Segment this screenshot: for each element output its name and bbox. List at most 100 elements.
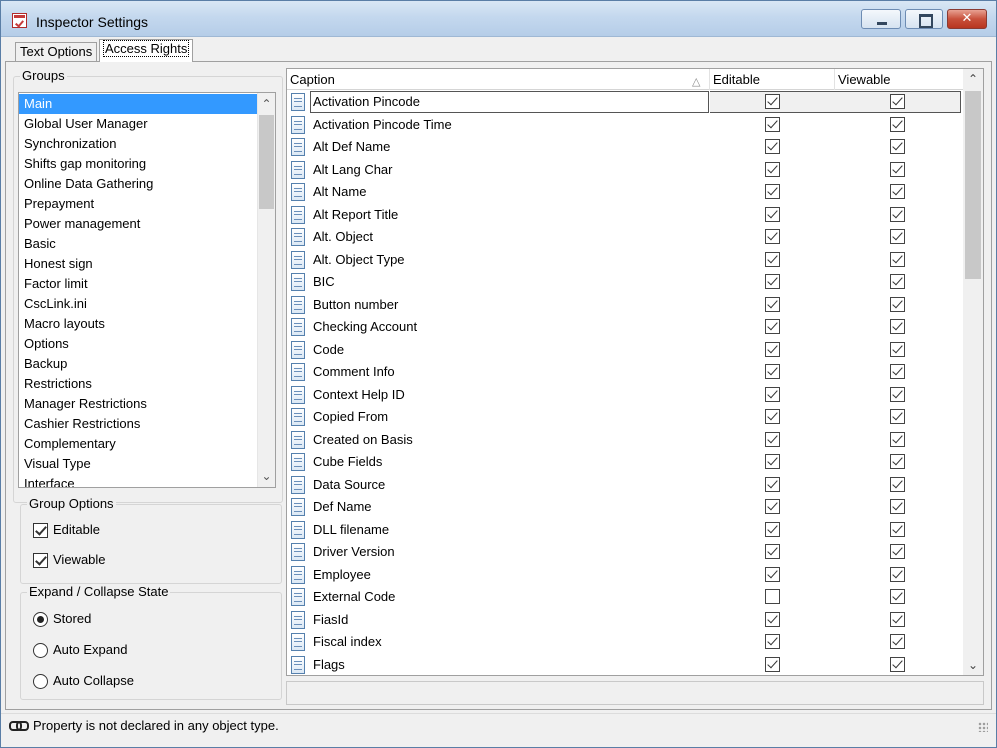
groups-scrollbar[interactable]: ⌃ ⌄ — [257, 93, 275, 487]
table-row[interactable]: Alt Report Title — [287, 204, 963, 227]
group-list-item[interactable]: Honest sign — [19, 254, 257, 274]
group-list-item[interactable]: Synchronization — [19, 134, 257, 154]
table-row[interactable]: DLL filename — [287, 519, 963, 542]
editable-checkbox[interactable] — [765, 139, 780, 154]
group-list-item[interactable]: Prepayment — [19, 194, 257, 214]
group-list-item[interactable]: Visual Type — [19, 454, 257, 474]
viewable-checkbox[interactable] — [890, 589, 905, 604]
table-row[interactable]: Alt. Object — [287, 226, 963, 249]
editable-checkbox[interactable] — [765, 319, 780, 334]
groups-list[interactable]: Main Global User Manager Synchronization Sh… — [18, 92, 276, 488]
group-list-item[interactable]: Complementary — [19, 434, 257, 454]
auto-collapse-radio[interactable] — [33, 674, 48, 689]
editable-checkbox[interactable] — [765, 566, 780, 582]
viewable-checkbox[interactable] — [890, 386, 905, 402]
editable-checkbox[interactable] — [765, 251, 780, 267]
table-row[interactable]: Activation Pincode — [287, 91, 963, 114]
viewable-checkbox[interactable] — [890, 566, 905, 582]
group-list-item[interactable]: Shifts gap monitoring — [19, 154, 257, 174]
table-row[interactable]: Fiscal index — [287, 631, 963, 654]
stored-radio[interactable] — [33, 612, 48, 627]
viewable-checkbox[interactable] — [890, 656, 905, 672]
editable-checkbox[interactable] — [765, 206, 780, 222]
editable-checkbox[interactable] — [765, 386, 780, 402]
table-row[interactable]: External Code — [287, 586, 963, 609]
viewable-checkbox[interactable] — [890, 116, 905, 132]
group-list-item[interactable]: Restrictions — [19, 374, 257, 394]
editable-checkbox[interactable] — [765, 364, 780, 379]
grid-scrollbar[interactable]: ⌃ ⌄ — [963, 69, 983, 675]
viewable-column-header[interactable]: Viewable — [835, 69, 963, 90]
editable-checkbox[interactable] — [765, 454, 780, 469]
viewable-checkbox[interactable] — [890, 454, 905, 469]
group-list-item[interactable]: Backup — [19, 354, 257, 374]
editable-checkbox[interactable] — [765, 94, 780, 109]
viewable-checkbox[interactable] — [33, 553, 48, 568]
viewable-checkbox[interactable] — [890, 206, 905, 222]
minimize-button[interactable] — [861, 9, 901, 29]
group-list-item[interactable]: Basic — [19, 234, 257, 254]
viewable-checkbox[interactable] — [890, 499, 905, 514]
table-row[interactable]: Context Help ID — [287, 384, 963, 407]
editable-checkbox[interactable] — [765, 431, 780, 447]
group-list-item[interactable]: Main — [19, 94, 257, 114]
scroll-down-icon[interactable]: ⌄ — [258, 467, 275, 485]
viewable-checkbox[interactable] — [890, 341, 905, 357]
viewable-checkbox[interactable] — [890, 274, 905, 289]
editable-checkbox[interactable] — [765, 116, 780, 132]
editable-checkbox[interactable] — [765, 296, 780, 312]
table-row[interactable]: Alt Def Name — [287, 136, 963, 159]
viewable-checkbox[interactable] — [890, 251, 905, 267]
editable-checkbox[interactable] — [765, 184, 780, 199]
scroll-up-icon[interactable]: ⌃ — [963, 69, 983, 89]
group-list-item[interactable]: Power management — [19, 214, 257, 234]
editable-checkbox[interactable] — [765, 634, 780, 649]
group-list-item[interactable]: Online Data Gathering — [19, 174, 257, 194]
close-button[interactable] — [947, 9, 987, 29]
scroll-down-icon[interactable]: ⌄ — [963, 655, 983, 675]
editable-checkbox[interactable] — [765, 611, 780, 627]
viewable-checkbox[interactable] — [890, 476, 905, 492]
group-list-item[interactable]: Cashier Restrictions — [19, 414, 257, 434]
table-row[interactable]: Driver Version — [287, 541, 963, 564]
table-row[interactable]: Activation Pincode Time — [287, 114, 963, 137]
viewable-checkbox[interactable] — [890, 611, 905, 627]
table-row[interactable]: Checking Account — [287, 316, 963, 339]
viewable-checkbox[interactable] — [890, 229, 905, 244]
viewable-checkbox[interactable] — [890, 94, 905, 109]
table-row[interactable]: Button number — [287, 294, 963, 317]
editable-checkbox[interactable] — [765, 161, 780, 177]
title-bar[interactable]: Inspector Settings — [1, 1, 996, 37]
group-list-item[interactable]: Global User Manager — [19, 114, 257, 134]
group-list-item[interactable]: Options — [19, 334, 257, 354]
viewable-checkbox[interactable] — [890, 161, 905, 177]
editable-checkbox[interactable] — [765, 229, 780, 244]
editable-checkbox[interactable] — [765, 656, 780, 672]
editable-checkbox[interactable] — [33, 523, 48, 538]
table-row[interactable]: Alt Lang Char — [287, 159, 963, 182]
table-row[interactable]: Code — [287, 339, 963, 362]
viewable-checkbox[interactable] — [890, 296, 905, 312]
table-row[interactable]: Flags — [287, 654, 963, 676]
editable-checkbox[interactable] — [765, 499, 780, 514]
group-list-item[interactable]: Manager Restrictions — [19, 394, 257, 414]
viewable-checkbox[interactable] — [890, 184, 905, 199]
viewable-checkbox[interactable] — [890, 431, 905, 447]
table-row[interactable]: Alt. Object Type — [287, 249, 963, 272]
editable-checkbox[interactable] — [765, 274, 780, 289]
caption-column-header[interactable]: Caption △ — [287, 69, 710, 90]
table-row[interactable]: FiasId — [287, 609, 963, 632]
viewable-checkbox[interactable] — [890, 139, 905, 154]
tab-text-options[interactable]: Text Options — [15, 42, 98, 62]
scroll-up-icon[interactable]: ⌃ — [258, 95, 275, 113]
table-row[interactable]: Copied From — [287, 406, 963, 429]
scroll-thumb[interactable] — [259, 115, 274, 209]
editable-checkbox[interactable] — [765, 544, 780, 559]
viewable-checkbox[interactable] — [890, 364, 905, 379]
group-list-item[interactable]: CscLink.ini — [19, 294, 257, 314]
viewable-checkbox[interactable] — [890, 319, 905, 334]
table-row[interactable]: Data Source — [287, 474, 963, 497]
table-row[interactable]: Created on Basis — [287, 429, 963, 452]
viewable-checkbox[interactable] — [890, 409, 905, 424]
table-row[interactable]: Alt Name — [287, 181, 963, 204]
